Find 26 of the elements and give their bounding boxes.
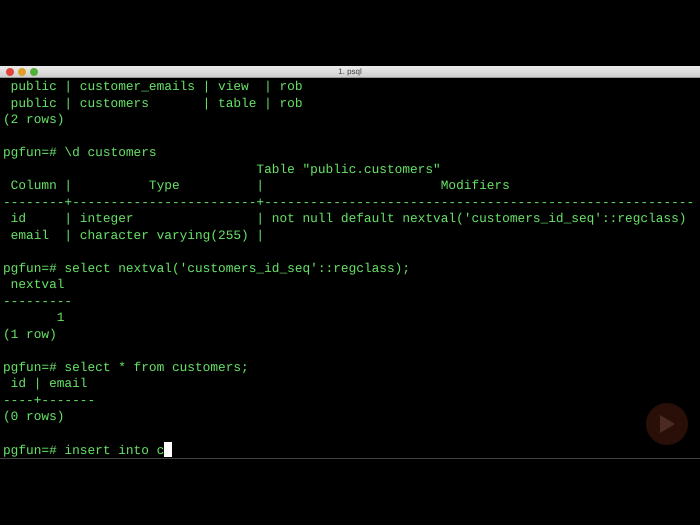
terminal-line: Table "public.customers" [255,162,441,178]
terminal-line: (0 rows) [3,409,64,426]
play-button[interactable] [646,403,688,445]
terminal-line: (2 rows) [3,112,64,128]
play-icon [658,414,676,434]
terminal-line: id | integer | not null default nextval('customers_id_seq'::regclass) [10,211,686,228]
terminal-line: Column | Type | Modifiers [10,178,510,194]
terminal-line: pgfun=# \d customers [3,145,157,162]
terminal-line: ----+------- [3,392,96,409]
terminal-line: public | customers | table | rob [10,96,302,112]
window-title: 1. psql [338,66,362,77]
close-icon[interactable] [6,68,14,76]
terminal-line: --------- [3,294,72,310]
terminal-line: pgfun=# select nextval('customers_id_seq'::regclass); [3,260,410,277]
terminal-line: id | email [10,376,88,392]
text-cursor [164,442,172,457]
terminal-line: pgfun=# select * from customers; [3,360,249,376]
terminal-line: public | customer_emails | view | rob [10,79,302,96]
terminal-line: (1 row) [3,326,57,343]
terminal-line: email | character varying(255) | [10,228,264,244]
command-input[interactable]: pgfun=# insert into c [3,443,164,458]
terminal-line: nextval [10,277,64,294]
zoom-icon[interactable] [30,68,38,76]
terminal-line: --------+------------------------+-------------------------------------------------------- [3,194,694,211]
terminal-line: 1 [56,310,64,326]
minimize-icon[interactable] [18,68,26,76]
